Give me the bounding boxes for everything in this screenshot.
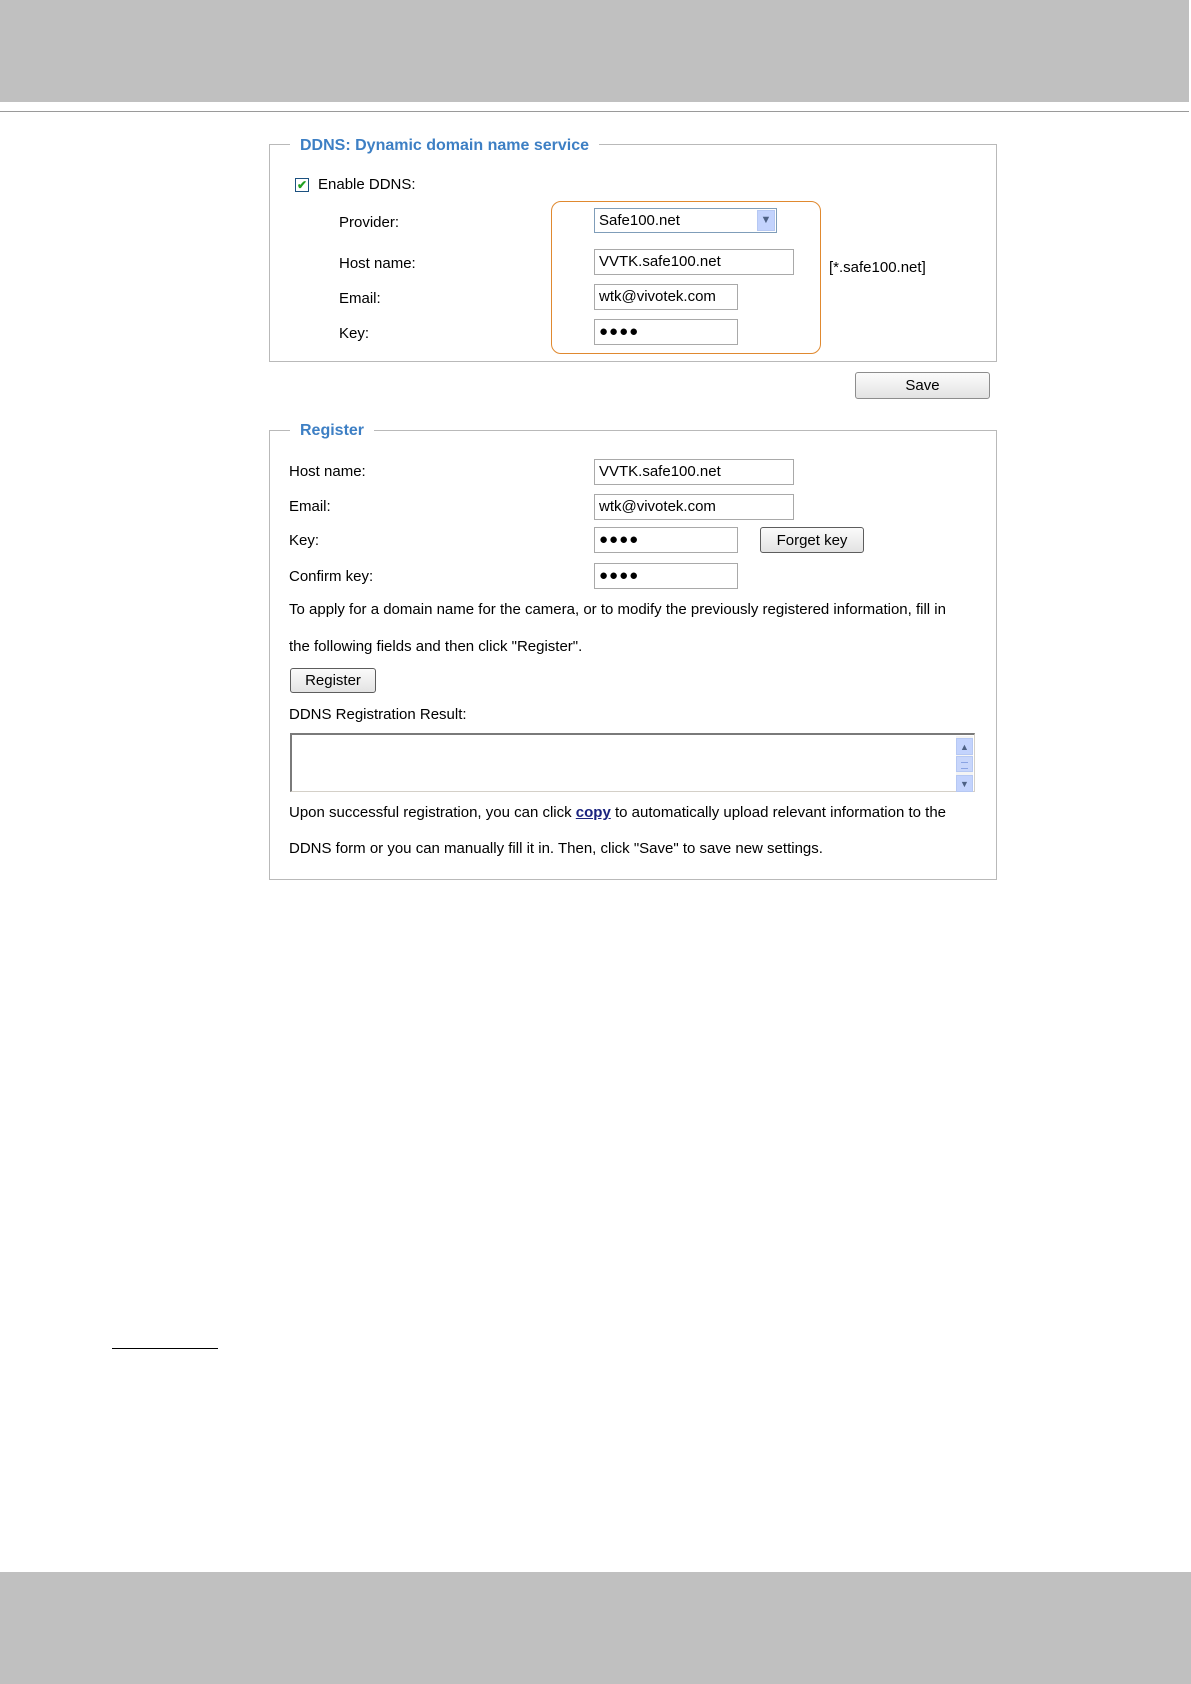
register-key-input[interactable]: ●●●●: [594, 527, 738, 553]
page-header-band: [0, 0, 1191, 102]
confirm-key-label: Confirm key:: [289, 568, 374, 585]
registration-result-label: DDNS Registration Result:: [289, 706, 467, 723]
enable-ddns-label: Enable DDNS:: [318, 176, 416, 193]
forget-key-button[interactable]: Forget key: [760, 527, 864, 553]
arrow-up-icon[interactable]: ▲: [956, 738, 973, 755]
register-host-name-label: Host name:: [289, 463, 366, 480]
key-input[interactable]: ●●●●: [594, 319, 738, 345]
chevron-down-icon[interactable]: ▼: [757, 210, 775, 231]
register-email-input[interactable]: wtk@vivotek.com: [594, 494, 794, 520]
email-input[interactable]: wtk@vivotek.com: [594, 284, 738, 310]
registration-note-line1: Upon successful registration, you can cl…: [289, 804, 946, 822]
arrow-down-icon[interactable]: ▼: [956, 775, 973, 792]
ddns-legend: DDNS: Dynamic domain name service: [290, 136, 599, 156]
register-email-label: Email:: [289, 498, 331, 515]
key-label: Key:: [339, 325, 370, 342]
host-name-input[interactable]: VVTK.safe100.net: [594, 249, 794, 275]
register-key-label: Key:: [289, 532, 320, 549]
result-scrollbar[interactable]: ▲ ▼: [956, 736, 973, 792]
copy-link[interactable]: copy: [576, 804, 611, 821]
registration-result-textarea[interactable]: ▲ ▼: [290, 733, 975, 792]
scroll-thumb[interactable]: [956, 756, 973, 772]
enable-ddns-checkbox[interactable]: ✔: [295, 178, 309, 192]
host-name-suffix: [*.safe100.net]: [829, 259, 926, 276]
register-button[interactable]: Register: [290, 668, 376, 693]
provider-select-value: Safe100.net: [599, 212, 680, 229]
page-footer-band: [0, 1572, 1191, 1684]
registration-note-line2: DDNS form or you can manually fill it in…: [289, 840, 823, 857]
host-name-label: Host name:: [339, 255, 416, 272]
note-text-after: to automatically upload relevant informa…: [610, 804, 947, 821]
save-button[interactable]: Save: [855, 372, 990, 399]
checkmark-icon: ✔: [296, 178, 308, 192]
provider-select[interactable]: Safe100.net ▼: [594, 208, 777, 233]
register-instructions-line2: the following fields and then click "Reg…: [289, 638, 583, 655]
register-legend: Register: [290, 421, 375, 441]
provider-label: Provider:: [339, 214, 400, 231]
register-host-name-input[interactable]: VVTK.safe100.net: [594, 459, 794, 485]
email-label: Email:: [339, 290, 381, 307]
register-instructions-line1: To apply for a domain name for the camer…: [289, 601, 946, 618]
note-text-before: Upon successful registration, you can cl…: [289, 804, 576, 821]
header-divider: [0, 111, 1191, 112]
confirm-key-input[interactable]: ●●●●: [594, 563, 738, 589]
footnote-rule: [112, 1348, 218, 1349]
